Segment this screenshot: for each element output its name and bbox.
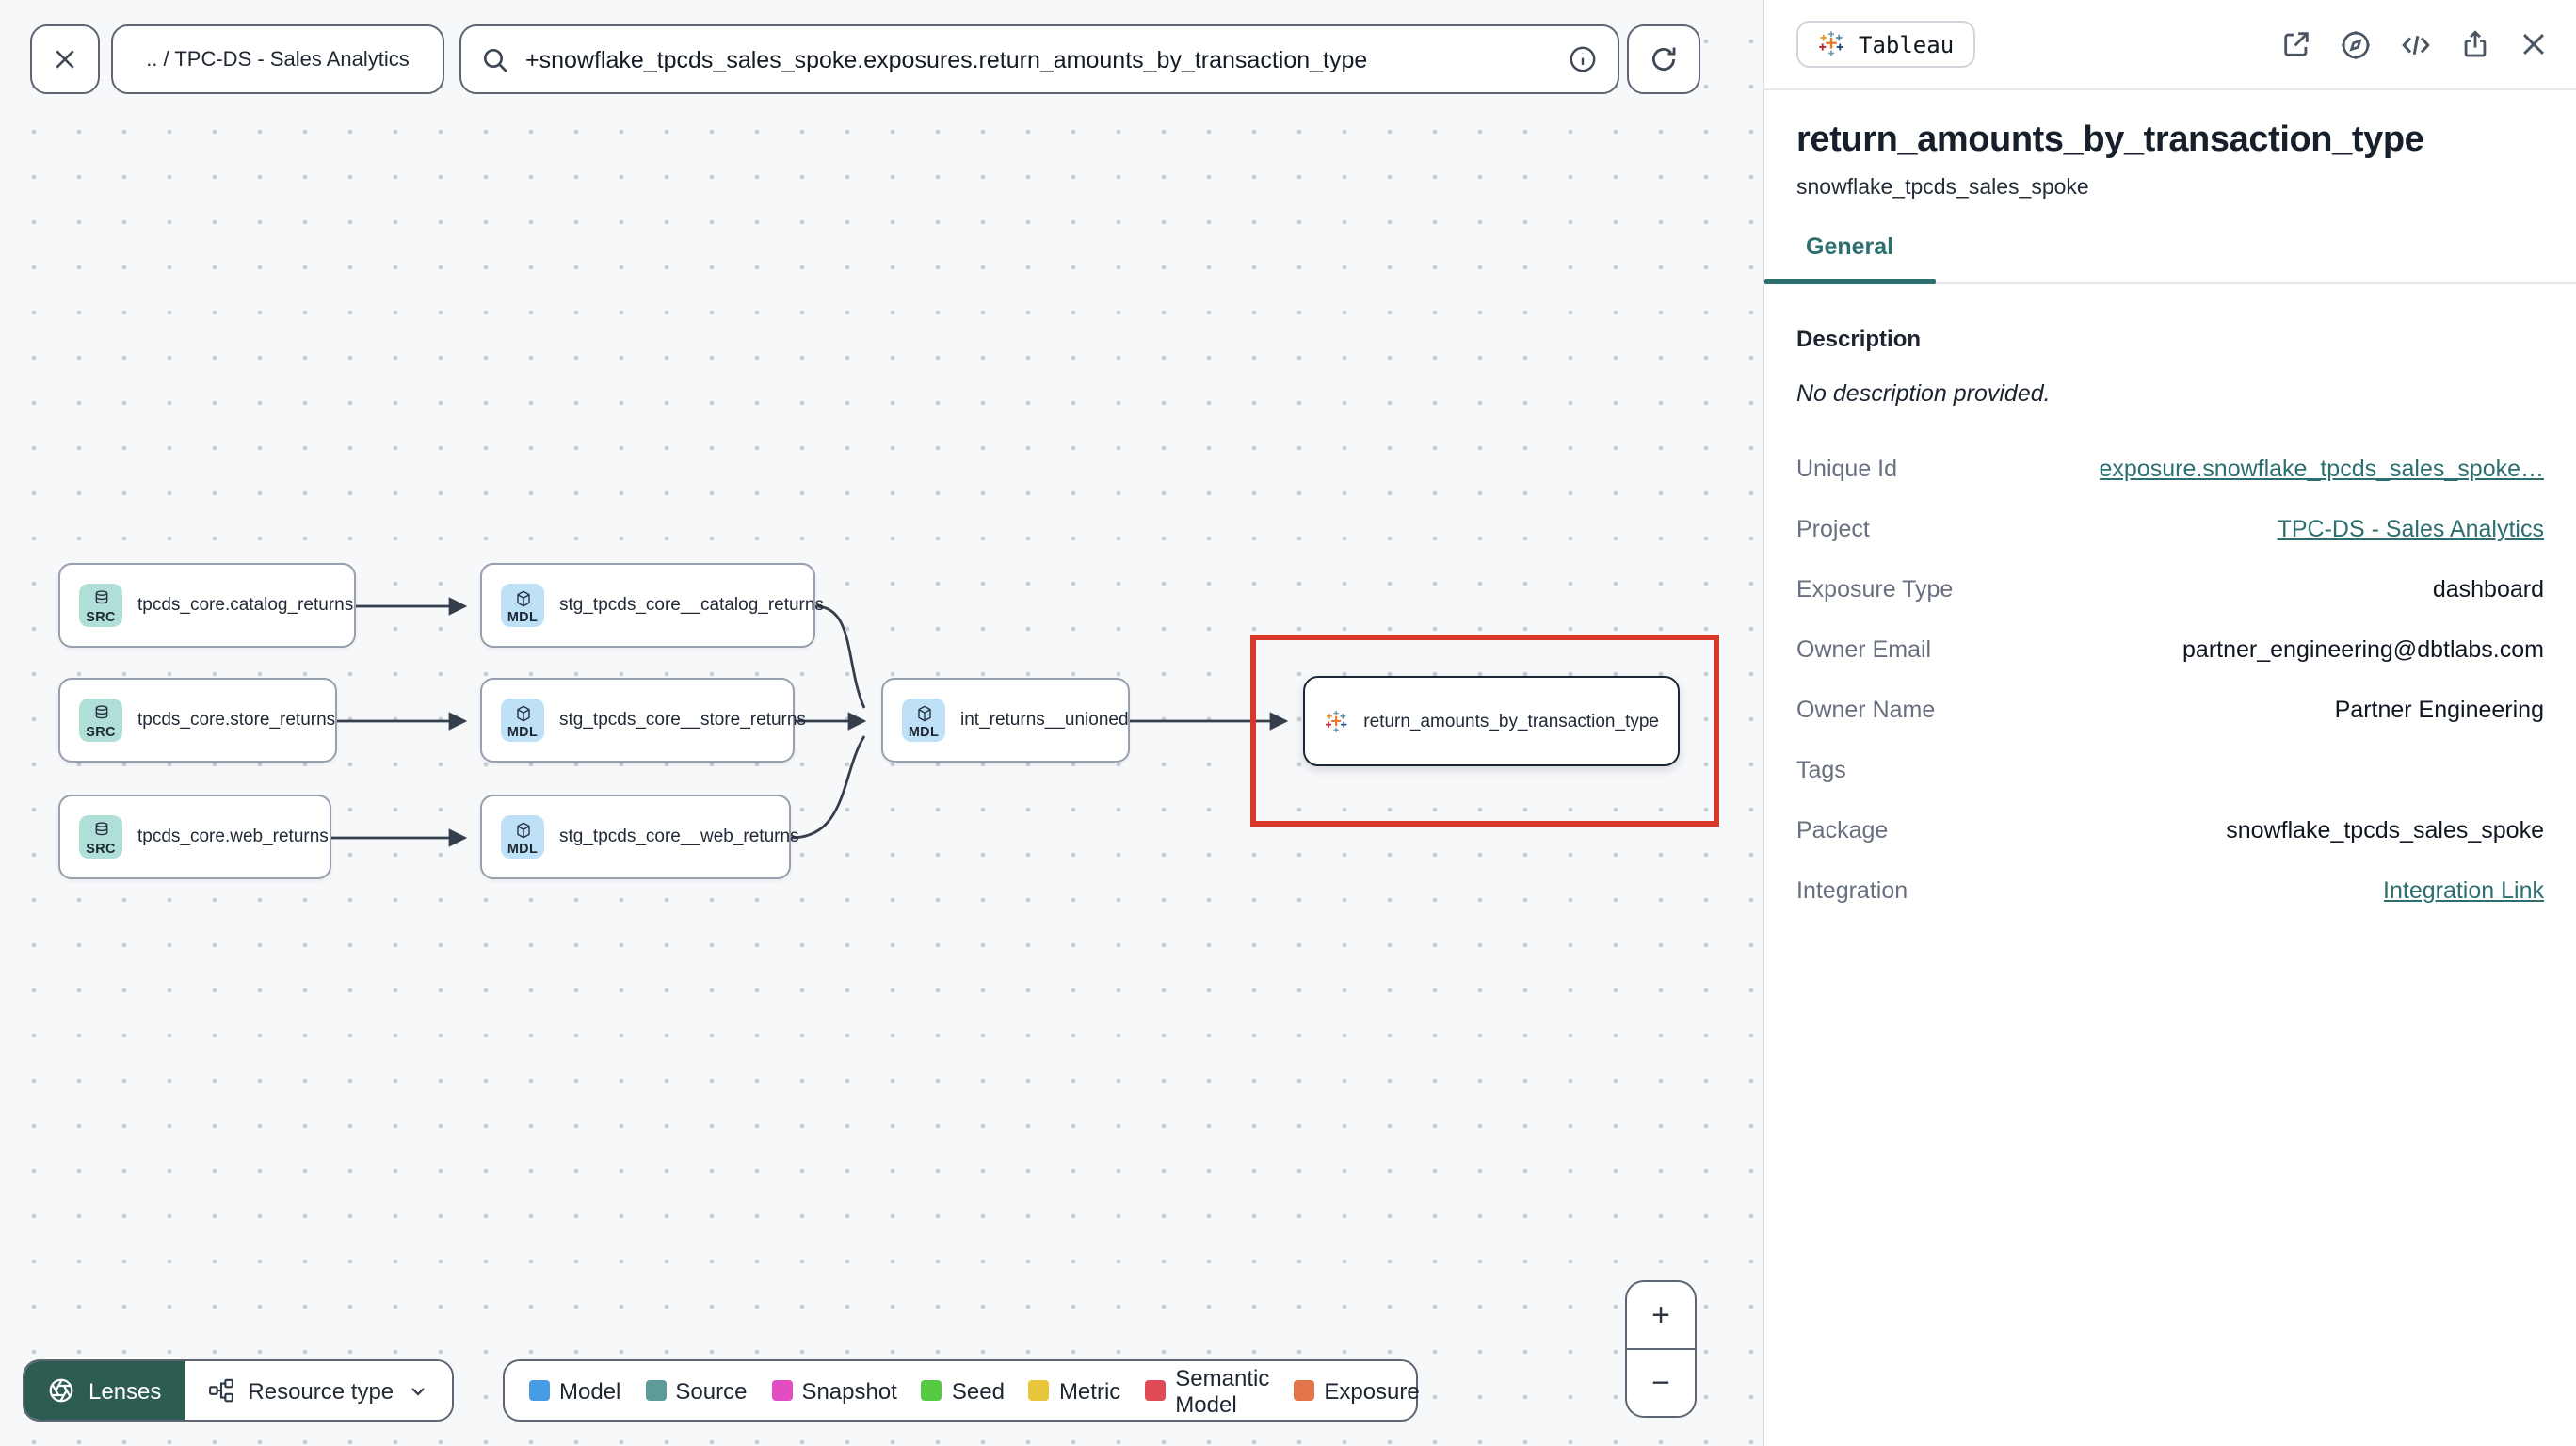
panel-body: return_amounts_by_transaction_type snowf… <box>1764 90 2576 908</box>
resource-type-legend: Model Source Snapshot Seed Metric Semant… <box>503 1359 1420 1422</box>
field-owner-name: Owner Name Partner Engineering <box>1796 697 2544 723</box>
field-exposure-type: Exposure Type dashboard <box>1796 576 2544 602</box>
lenses-aperture-icon <box>49 1378 73 1403</box>
model-badge-icon: MDL <box>501 584 544 627</box>
share-icon[interactable] <box>2459 28 2491 60</box>
cube-icon <box>516 704 529 721</box>
tableau-icon <box>1325 709 1347 731</box>
metadata-fields: Unique Id exposure.snowflake_tpcds_sales… <box>1796 456 2544 908</box>
cube-icon <box>917 704 930 721</box>
resource-type-dropdown[interactable]: Resource type <box>184 1361 453 1420</box>
node-label: int_returns__unioned <box>960 710 1129 731</box>
semantic-model-swatch <box>1145 1380 1167 1401</box>
owner-email-value: partner_engineering@dbtlabs.com <box>2182 636 2544 663</box>
node-source-catalog-returns[interactable]: SRC tpcds_core.catalog_returns <box>58 563 356 648</box>
tableau-source-badge[interactable]: Tableau <box>1796 21 1975 68</box>
legend-semantic-model: Semantic Model <box>1145 1364 1269 1417</box>
source-badge-icon: SRC <box>79 699 122 742</box>
node-source-web-returns[interactable]: SRC tpcds_core.web_returns <box>58 795 331 879</box>
package-subtitle: snowflake_tpcds_sales_spoke <box>1796 177 2089 200</box>
node-label: return_amounts_by_transaction_type <box>1363 711 1659 731</box>
description-heading: Description <box>1796 326 1922 352</box>
page-title: return_amounts_by_transaction_type <box>1796 120 2424 160</box>
package-value: snowflake_tpcds_sales_spoke <box>2226 817 2544 844</box>
node-label: stg_tpcds_core__store_returns <box>559 710 806 731</box>
panel-tabs: General <box>1764 233 2576 284</box>
node-label: tpcds_core.catalog_returns <box>137 595 354 616</box>
node-int-returns-unioned[interactable]: MDL int_returns__unioned <box>881 678 1130 763</box>
legend-source: Source <box>645 1377 747 1404</box>
seed-swatch <box>921 1380 942 1401</box>
source-swatch <box>645 1380 667 1401</box>
legend-model: Model <box>529 1377 620 1404</box>
resource-type-icon <box>208 1378 233 1403</box>
integration-link[interactable]: Integration Link <box>2383 877 2544 904</box>
database-icon <box>94 589 107 603</box>
model-badge-icon: MDL <box>501 815 544 859</box>
owner-name-value: Partner Engineering <box>2334 697 2544 723</box>
node-label: tpcds_core.store_returns <box>137 710 336 731</box>
description-empty-text: No description provided. <box>1796 380 2051 407</box>
database-icon <box>94 704 107 718</box>
node-source-store-returns[interactable]: SRC tpcds_core.store_returns <box>58 678 337 763</box>
node-stg-web-returns[interactable]: MDL stg_tpcds_core__web_returns <box>480 795 799 879</box>
external-link-icon[interactable] <box>2280 28 2312 60</box>
cube-icon <box>516 821 529 838</box>
legend-seed: Seed <box>921 1377 1005 1404</box>
field-owner-email: Owner Email partner_engineering@dbtlabs.… <box>1796 636 2544 663</box>
field-project: Project TPC-DS - Sales Analytics <box>1796 516 2544 542</box>
legend-snapshot: Snapshot <box>771 1377 897 1404</box>
dbt-explorer-lineage-app: SRC tpcds_core.catalog_returns SRC tpcds… <box>0 0 2576 1446</box>
close-panel-icon[interactable] <box>2518 28 2550 60</box>
zoom-controls: + − <box>1625 1280 1697 1418</box>
lenses-button[interactable]: Lenses <box>24 1361 185 1420</box>
exposure-swatch <box>1294 1380 1315 1401</box>
details-panel: Tableau return_amounts_by_transaction_ty <box>1763 0 2576 1446</box>
field-tags: Tags <box>1796 757 1846 783</box>
tab-general[interactable]: General <box>1764 233 1935 284</box>
field-package: Package snowflake_tpcds_sales_spoke <box>1796 817 2544 844</box>
project-link[interactable]: TPC-DS - Sales Analytics <box>2278 516 2544 542</box>
node-stg-store-returns[interactable]: MDL stg_tpcds_core__store_returns <box>480 678 806 763</box>
code-icon[interactable] <box>2399 27 2433 61</box>
source-badge-icon: SRC <box>79 584 122 627</box>
tableau-icon <box>1819 31 1843 56</box>
legend-metric: Metric <box>1028 1377 1120 1404</box>
zoom-out-button[interactable]: − <box>1627 1350 1695 1416</box>
source-badge-icon: SRC <box>79 815 122 859</box>
node-label: stg_tpcds_core__catalog_returns <box>559 595 824 616</box>
cube-icon <box>516 589 529 606</box>
lenses-bar: Lenses Resource type <box>23 1359 455 1422</box>
node-label: stg_tpcds_core__web_returns <box>559 827 799 847</box>
lineage-canvas[interactable]: SRC tpcds_core.catalog_returns SRC tpcds… <box>0 0 1763 1446</box>
chevron-down-icon <box>411 1387 425 1395</box>
snapshot-swatch <box>771 1380 793 1401</box>
metric-swatch <box>1028 1380 1050 1401</box>
unique-id-link[interactable]: exposure.snowflake_tpcds_sales_spoke… <box>2100 456 2545 482</box>
compass-icon[interactable] <box>2339 27 2373 61</box>
field-integration: Integration Integration Link <box>1796 877 2544 904</box>
legend-exposure: Exposure <box>1294 1377 1420 1404</box>
panel-header: Tableau <box>1764 0 2576 90</box>
database-icon <box>94 821 107 835</box>
model-swatch <box>529 1380 550 1401</box>
model-badge-icon: MDL <box>902 699 945 742</box>
node-label: tpcds_core.web_returns <box>137 827 329 847</box>
node-exposure-return-amounts[interactable]: return_amounts_by_transaction_type <box>1303 676 1680 766</box>
exposure-type-value: dashboard <box>2432 576 2544 602</box>
zoom-in-button[interactable]: + <box>1627 1282 1695 1350</box>
panel-actions <box>2280 27 2550 61</box>
node-stg-catalog-returns[interactable]: MDL stg_tpcds_core__catalog_returns <box>480 563 824 648</box>
model-badge-icon: MDL <box>501 699 544 742</box>
field-unique-id: Unique Id exposure.snowflake_tpcds_sales… <box>1796 456 2545 482</box>
